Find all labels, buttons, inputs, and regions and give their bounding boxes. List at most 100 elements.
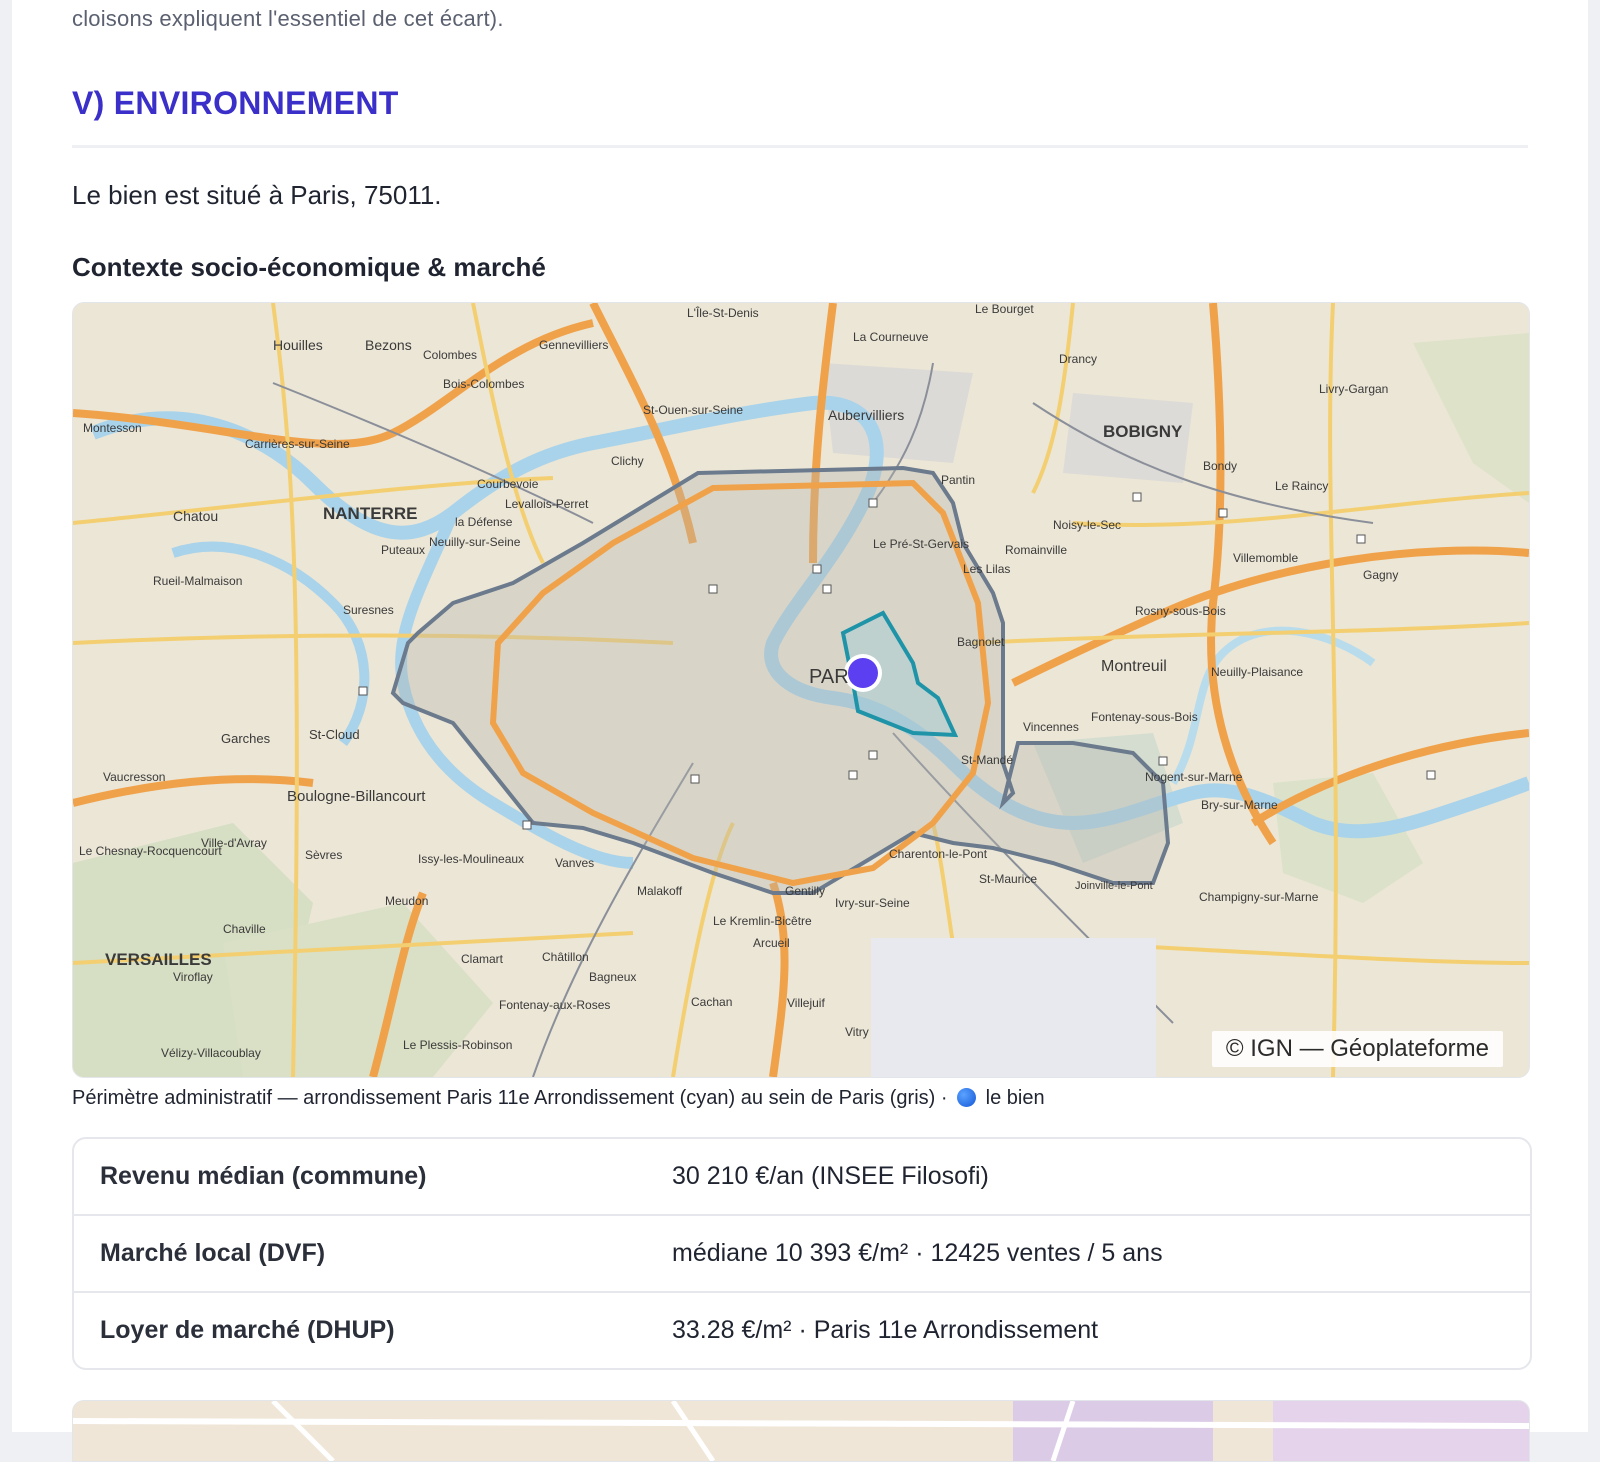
label-gennevilliers: Gennevilliers xyxy=(539,338,608,352)
label-chatillon: Châtillon xyxy=(542,950,589,964)
label-cachan: Cachan xyxy=(691,995,732,1009)
property-dot-icon xyxy=(957,1088,977,1107)
label-joinville: Joinville-le-Pont xyxy=(1075,880,1153,892)
label-champigny: Champigny-sur-Marne xyxy=(1199,890,1319,904)
label-vincennes: Vincennes xyxy=(1023,720,1079,734)
label-rosny: Rosny-sous-Bois xyxy=(1135,604,1226,618)
map-caption: Périmètre administratif — arrondissement… xyxy=(72,1087,1045,1110)
label-viroflay: Viroflay xyxy=(173,970,213,984)
label-bezons: Bezons xyxy=(365,337,412,353)
label-versailles: VERSAILLES xyxy=(105,950,212,969)
label-le-plessis-robinson: Le Plessis-Robinson xyxy=(403,1038,512,1052)
location-text: Le bien est situé à Paris, 75011. xyxy=(72,180,442,210)
table-row: Loyer de marché (DHUP) 33.28 €/m² · Pari… xyxy=(74,1291,1530,1368)
label-suresnes: Suresnes xyxy=(343,603,394,617)
label-sevres: Sèvres xyxy=(305,848,342,862)
label-velizy: Vélizy-Villacoublay xyxy=(161,1046,261,1060)
row-value: médiane 10 393 €/m² · 12425 ventes / 5 a… xyxy=(672,1239,1163,1267)
label-chatou: Chatou xyxy=(173,508,218,524)
map-canvas[interactable]: PAR NANTERRE BOBIGNY VERSAILLES Montreui… xyxy=(73,303,1529,1077)
label-noisy-le-sec: Noisy-le-Sec xyxy=(1053,518,1121,532)
label-puteaux: Puteaux xyxy=(381,543,425,557)
label-carrieres: Carrières-sur-Seine xyxy=(245,437,350,451)
street-map-canvas xyxy=(73,1401,1529,1461)
section-heading: V) ENVIRONNEMENT xyxy=(72,85,399,121)
label-houilles: Houilles xyxy=(273,337,323,353)
label-bobigny: BOBIGNY xyxy=(1103,422,1183,441)
label-fontenay: Fontenay-sous-Bois xyxy=(1091,710,1198,724)
subsection-heading: Contexte socio-économique & marché xyxy=(72,252,546,282)
label-clichy: Clichy xyxy=(611,454,644,468)
table-row: Revenu médian (commune) 30 210 €/an (INS… xyxy=(74,1139,1530,1214)
label-bois-colombes: Bois-Colombes xyxy=(443,377,524,391)
label-montreuil: Montreuil xyxy=(1101,658,1167,675)
row-label: Loyer de marché (DHUP) xyxy=(100,1316,395,1344)
label-vitry: Vitry xyxy=(845,1025,869,1039)
label-ivry: Ivry-sur-Seine xyxy=(835,896,910,910)
label-fontenay-roses: Fontenay-aux-Roses xyxy=(499,998,610,1012)
label-le-pre-st-gervais: Le Pré-St-Gervais xyxy=(873,537,969,551)
document-page: cloisons expliquent l'essentiel de cet é… xyxy=(12,0,1588,1462)
section-divider xyxy=(72,145,1528,148)
label-romainville: Romainville xyxy=(1005,543,1067,557)
label-garches: Garches xyxy=(221,731,271,746)
label-la-courneuve: La Courneuve xyxy=(853,330,929,344)
label-le-raincy: Le Raincy xyxy=(1275,479,1328,493)
label-courbevoie: Courbevoie xyxy=(477,477,539,491)
label-neuilly: Neuilly-sur-Seine xyxy=(429,535,521,549)
label-rueil: Rueil-Malmaison xyxy=(153,574,242,588)
label-chaville: Chaville xyxy=(223,922,266,936)
label-villejuif: Villejuif xyxy=(787,996,825,1010)
label-st-maurice: St-Maurice xyxy=(979,872,1037,886)
market-facts-table: Revenu médian (commune) 30 210 €/an (INS… xyxy=(72,1137,1532,1370)
street-map-view[interactable] xyxy=(72,1400,1530,1462)
label-bry: Bry-sur-Marne xyxy=(1201,798,1278,812)
label-drancy: Drancy xyxy=(1059,352,1097,366)
label-kremlin: Le Kremlin-Bicêtre xyxy=(713,914,812,928)
label-le-bourget: Le Bourget xyxy=(975,303,1034,316)
label-nanterre: NANTERRE xyxy=(323,504,417,523)
label-neuilly-plaisance: Neuilly-Plaisance xyxy=(1211,665,1303,679)
label-levallois: Levallois-Perret xyxy=(505,497,589,511)
label-bondy: Bondy xyxy=(1203,459,1237,473)
missing-tile xyxy=(871,938,1156,1077)
label-la-defense: la Défense xyxy=(455,515,513,529)
label-arcueil: Arcueil xyxy=(753,936,790,950)
label-nogent: Nogent-sur-Marne xyxy=(1145,770,1243,784)
label-malakoff: Malakoff xyxy=(637,884,683,898)
row-label: Revenu médian (commune) xyxy=(100,1162,427,1190)
previous-paragraph-tail: cloisons expliquent l'essentiel de cet é… xyxy=(72,6,504,31)
row-value: 30 210 €/an (INSEE Filosofi) xyxy=(672,1162,989,1190)
label-aubervilliers: Aubervilliers xyxy=(828,407,904,423)
label-les-lilas: Les Lilas xyxy=(963,562,1010,576)
label-st-mande: St-Mandé xyxy=(961,753,1013,767)
label-charenton: Charenton-le-Pont xyxy=(889,847,988,861)
label-gentilly: Gentilly xyxy=(785,884,825,898)
label-boulogne: Boulogne-Billancourt xyxy=(287,788,426,805)
label-vanves: Vanves xyxy=(555,856,594,870)
label-le-chesnay: Le Chesnay-Rocquencourt xyxy=(79,844,222,858)
label-ile-st-denis: L'Île-St-Denis xyxy=(687,305,759,320)
label-bagnolet: Bagnolet xyxy=(957,635,1005,649)
label-villemomble: Villemomble xyxy=(1233,551,1298,565)
table-row: Marché local (DVF) médiane 10 393 €/m² ·… xyxy=(74,1214,1530,1291)
label-bagneux: Bagneux xyxy=(589,970,636,984)
label-meudon: Meudon xyxy=(385,894,428,908)
label-st-cloud: St-Cloud xyxy=(309,727,360,742)
label-clamart: Clamart xyxy=(461,952,504,966)
map-attribution: © IGN — Géoplateforme xyxy=(1211,1031,1503,1067)
label-montesson: Montesson xyxy=(83,421,142,435)
label-livry: Livry-Gargan xyxy=(1319,382,1388,396)
label-issy: Issy-les-Moulineaux xyxy=(418,852,524,866)
property-marker[interactable] xyxy=(848,658,878,688)
map-caption-legend: le bien xyxy=(985,1087,1045,1109)
label-paris: PAR xyxy=(809,666,849,688)
row-label: Marché local (DVF) xyxy=(100,1239,326,1267)
map-caption-text: Périmètre administratif — arrondissement… xyxy=(72,1087,948,1109)
label-st-ouen: St-Ouen-sur-Seine xyxy=(643,403,743,417)
label-colombes: Colombes xyxy=(423,348,477,362)
label-gagny: Gagny xyxy=(1363,568,1398,582)
label-vaucresson: Vaucresson xyxy=(103,770,165,784)
map-view[interactable]: PAR NANTERRE BOBIGNY VERSAILLES Montreui… xyxy=(72,302,1530,1078)
row-value: 33.28 €/m² · Paris 11e Arrondissement xyxy=(672,1316,1099,1344)
